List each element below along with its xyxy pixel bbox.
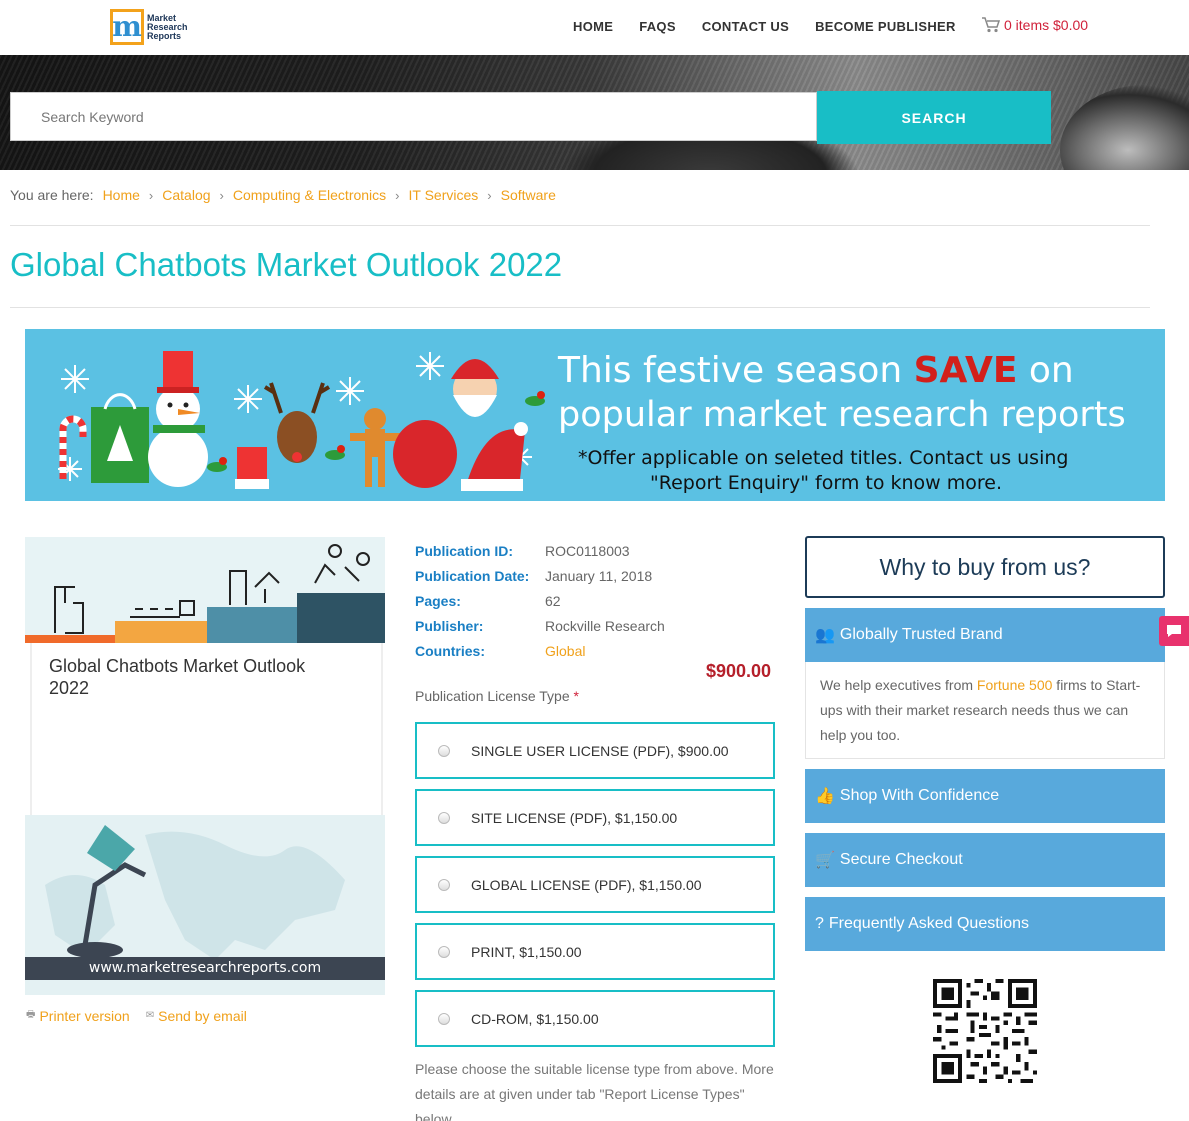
cart-link[interactable]: 0 items $0.00	[982, 17, 1088, 33]
chat-bubble-icon	[1167, 625, 1181, 637]
chat-widget-button[interactable]	[1159, 616, 1189, 646]
breadcrumb-it-services[interactable]: IT Services	[409, 187, 479, 203]
chevron-right-icon: ›	[487, 187, 492, 203]
countries-label: Countries:	[415, 642, 485, 659]
publication-id-label: Publication ID:	[415, 542, 513, 559]
countries-value[interactable]: Global	[545, 643, 585, 659]
pages-value: 62	[545, 592, 561, 609]
chevron-right-icon: ›	[395, 187, 400, 203]
chevron-right-icon: ›	[219, 187, 224, 203]
logo-text: Market Research Reports	[147, 12, 188, 41]
globally-trusted-brand-panel[interactable]: 👥 Globally Trusted Brand	[805, 608, 1165, 662]
search-button[interactable]: SEARCH	[817, 91, 1051, 144]
report-cover: Global Chatbots Market Outlook 2022 www.…	[25, 537, 385, 995]
cover-title: Global Chatbots Market Outlook 2022	[49, 656, 306, 698]
publication-details: Publication ID: ROC0118003 Publication Da…	[415, 538, 665, 663]
qr-code	[933, 979, 1037, 1083]
license-option-site[interactable]: SITE LICENSE (PDF), $1,150.00	[415, 789, 775, 846]
cover-industry-graphic	[25, 537, 385, 643]
divider	[10, 225, 1150, 226]
trusted-brand-description: We help executives from Fortune 500 firm…	[805, 662, 1165, 759]
why-buy-heading: Why to buy from us?	[805, 536, 1165, 598]
radio-button[interactable]	[438, 744, 450, 757]
nav-home[interactable]: HOME	[573, 19, 613, 34]
secure-checkout-panel[interactable]: 🛒 Secure Checkout	[805, 833, 1165, 887]
promo-headline: This festive season SAVE on	[558, 350, 1074, 391]
send-by-email-link[interactable]: ✉ Send by email	[146, 1007, 247, 1024]
breadcrumb-computing[interactable]: Computing & Electronics	[233, 187, 386, 203]
breadcrumb: You are here: Home › Catalog › Computing…	[10, 187, 556, 203]
divider	[10, 307, 1150, 308]
nav-contact-us[interactable]: CONTACT US	[702, 19, 789, 34]
radio-button[interactable]	[438, 1012, 450, 1025]
publisher-label: Publisher:	[415, 617, 484, 634]
page-title: Global Chatbots Market Outlook 2022	[10, 246, 563, 283]
promo-note: *Offer applicable on seleted titles. Con…	[578, 447, 1069, 469]
users-icon: 👥	[815, 627, 835, 644]
main-nav: HOME FAQS CONTACT US BECOME PUBLISHER	[573, 19, 982, 34]
publication-id: ROC0118003	[545, 542, 630, 559]
breadcrumb-prefix: You are here:	[10, 187, 94, 203]
nav-become-publisher[interactable]: BECOME PUBLISHER	[815, 19, 956, 34]
shopping-cart-icon: 🛒	[815, 852, 835, 869]
printer-version-link[interactable]: 🖶 Printer version	[26, 1007, 130, 1024]
faq-panel[interactable]: ? Frequently Asked Questions	[805, 897, 1165, 951]
radio-button[interactable]	[438, 811, 450, 824]
license-type-label: Publication License Type *	[415, 688, 579, 704]
promo-note-2: "Report Enquiry" form to know more.	[650, 472, 1002, 494]
publication-date: January 11, 2018	[545, 567, 653, 584]
nav-faqs[interactable]: FAQS	[639, 19, 676, 34]
publisher-value: Rockville Research	[545, 617, 665, 634]
cart-icon	[982, 17, 1000, 33]
breadcrumb-catalog[interactable]: Catalog	[162, 187, 210, 203]
breadcrumb-software[interactable]: Software	[501, 187, 556, 203]
thumbs-up-icon: 👍	[815, 788, 835, 805]
license-option-global[interactable]: GLOBAL LICENSE (PDF), $1,150.00	[415, 856, 775, 913]
radio-button[interactable]	[438, 945, 450, 958]
license-option-single-user[interactable]: SINGLE USER LICENSE (PDF), $900.00	[415, 722, 775, 779]
site-header: m Market Research Reports HOME FAQS CONT…	[0, 0, 1189, 55]
festive-illustration	[58, 351, 545, 491]
cover-url: www.marketresearchreports.com	[25, 957, 385, 980]
cart-summary: 0 items $0.00	[1004, 17, 1089, 33]
logo-mark: m	[110, 9, 144, 45]
license-option-cd-rom[interactable]: CD-ROM, $1,150.00	[415, 990, 775, 1047]
shop-with-confidence-panel[interactable]: 👍 Shop With Confidence	[805, 769, 1165, 823]
printer-icon: 🖶	[26, 1009, 36, 1020]
email-icon: ✉	[145, 1010, 155, 1021]
report-actions: 🖶 Printer version ✉ Send by email	[26, 1007, 263, 1024]
license-option-print[interactable]: PRINT, $1,150.00	[415, 923, 775, 980]
promo-headline-2: popular market research reports	[558, 395, 1126, 435]
report-price: $900.00	[706, 661, 772, 681]
radio-button[interactable]	[438, 878, 450, 891]
question-circle-icon: ?	[815, 915, 824, 932]
breadcrumb-home[interactable]: Home	[103, 187, 140, 203]
pages-label: Pages:	[415, 592, 461, 609]
promo-banner[interactable]: This festive season SAVE on popular mark…	[25, 329, 1165, 501]
chevron-right-icon: ›	[148, 187, 154, 203]
site-logo[interactable]: m Market Research Reports	[110, 8, 192, 46]
industry-illustration	[25, 544, 385, 643]
license-note: Please choose the suitable license type …	[415, 1061, 774, 1121]
search-input[interactable]	[10, 92, 817, 141]
publication-date-label: Publication Date:	[415, 567, 530, 584]
